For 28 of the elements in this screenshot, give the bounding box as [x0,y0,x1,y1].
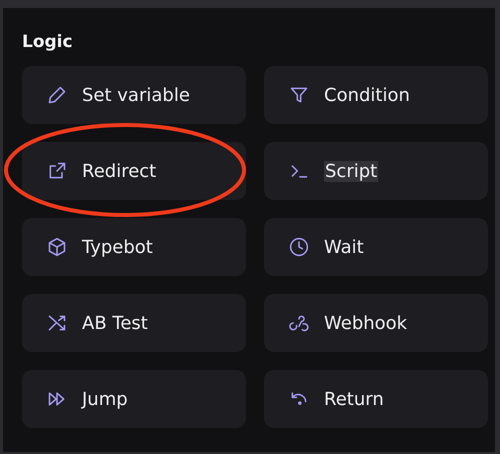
block-label: Typebot [82,236,153,258]
block-label: Return [324,388,384,410]
block-button[interactable]: Script [264,142,488,200]
block-label: AB Test [82,312,148,334]
block-label: Set variable [82,84,190,106]
cube-icon [47,237,67,257]
block-label: Condition [324,84,410,106]
block-button[interactable]: Set variable [22,66,246,124]
block-button[interactable]: AB Test [22,294,246,352]
block-button[interactable]: Condition [264,66,488,124]
block-label: Wait [324,236,364,258]
filter-icon [289,85,309,105]
block-label: Redirect [82,160,156,182]
block-button[interactable]: Webhook [264,294,488,352]
clock-icon [289,237,309,257]
block-button[interactable]: Wait [264,218,488,276]
shuffle-icon [47,313,67,333]
external-link-icon [47,161,67,181]
block-label: Webhook [324,312,408,334]
block-label: Script [324,160,378,182]
webhook-icon [289,313,309,333]
block-label: Jump [82,388,128,410]
block-button[interactable]: Typebot [22,218,246,276]
block-button[interactable]: Jump [22,370,246,428]
block-button[interactable]: Return [264,370,488,428]
block-button[interactable]: Redirect [22,142,246,200]
pencil-icon [47,85,67,105]
section-title: Logic [22,32,74,52]
